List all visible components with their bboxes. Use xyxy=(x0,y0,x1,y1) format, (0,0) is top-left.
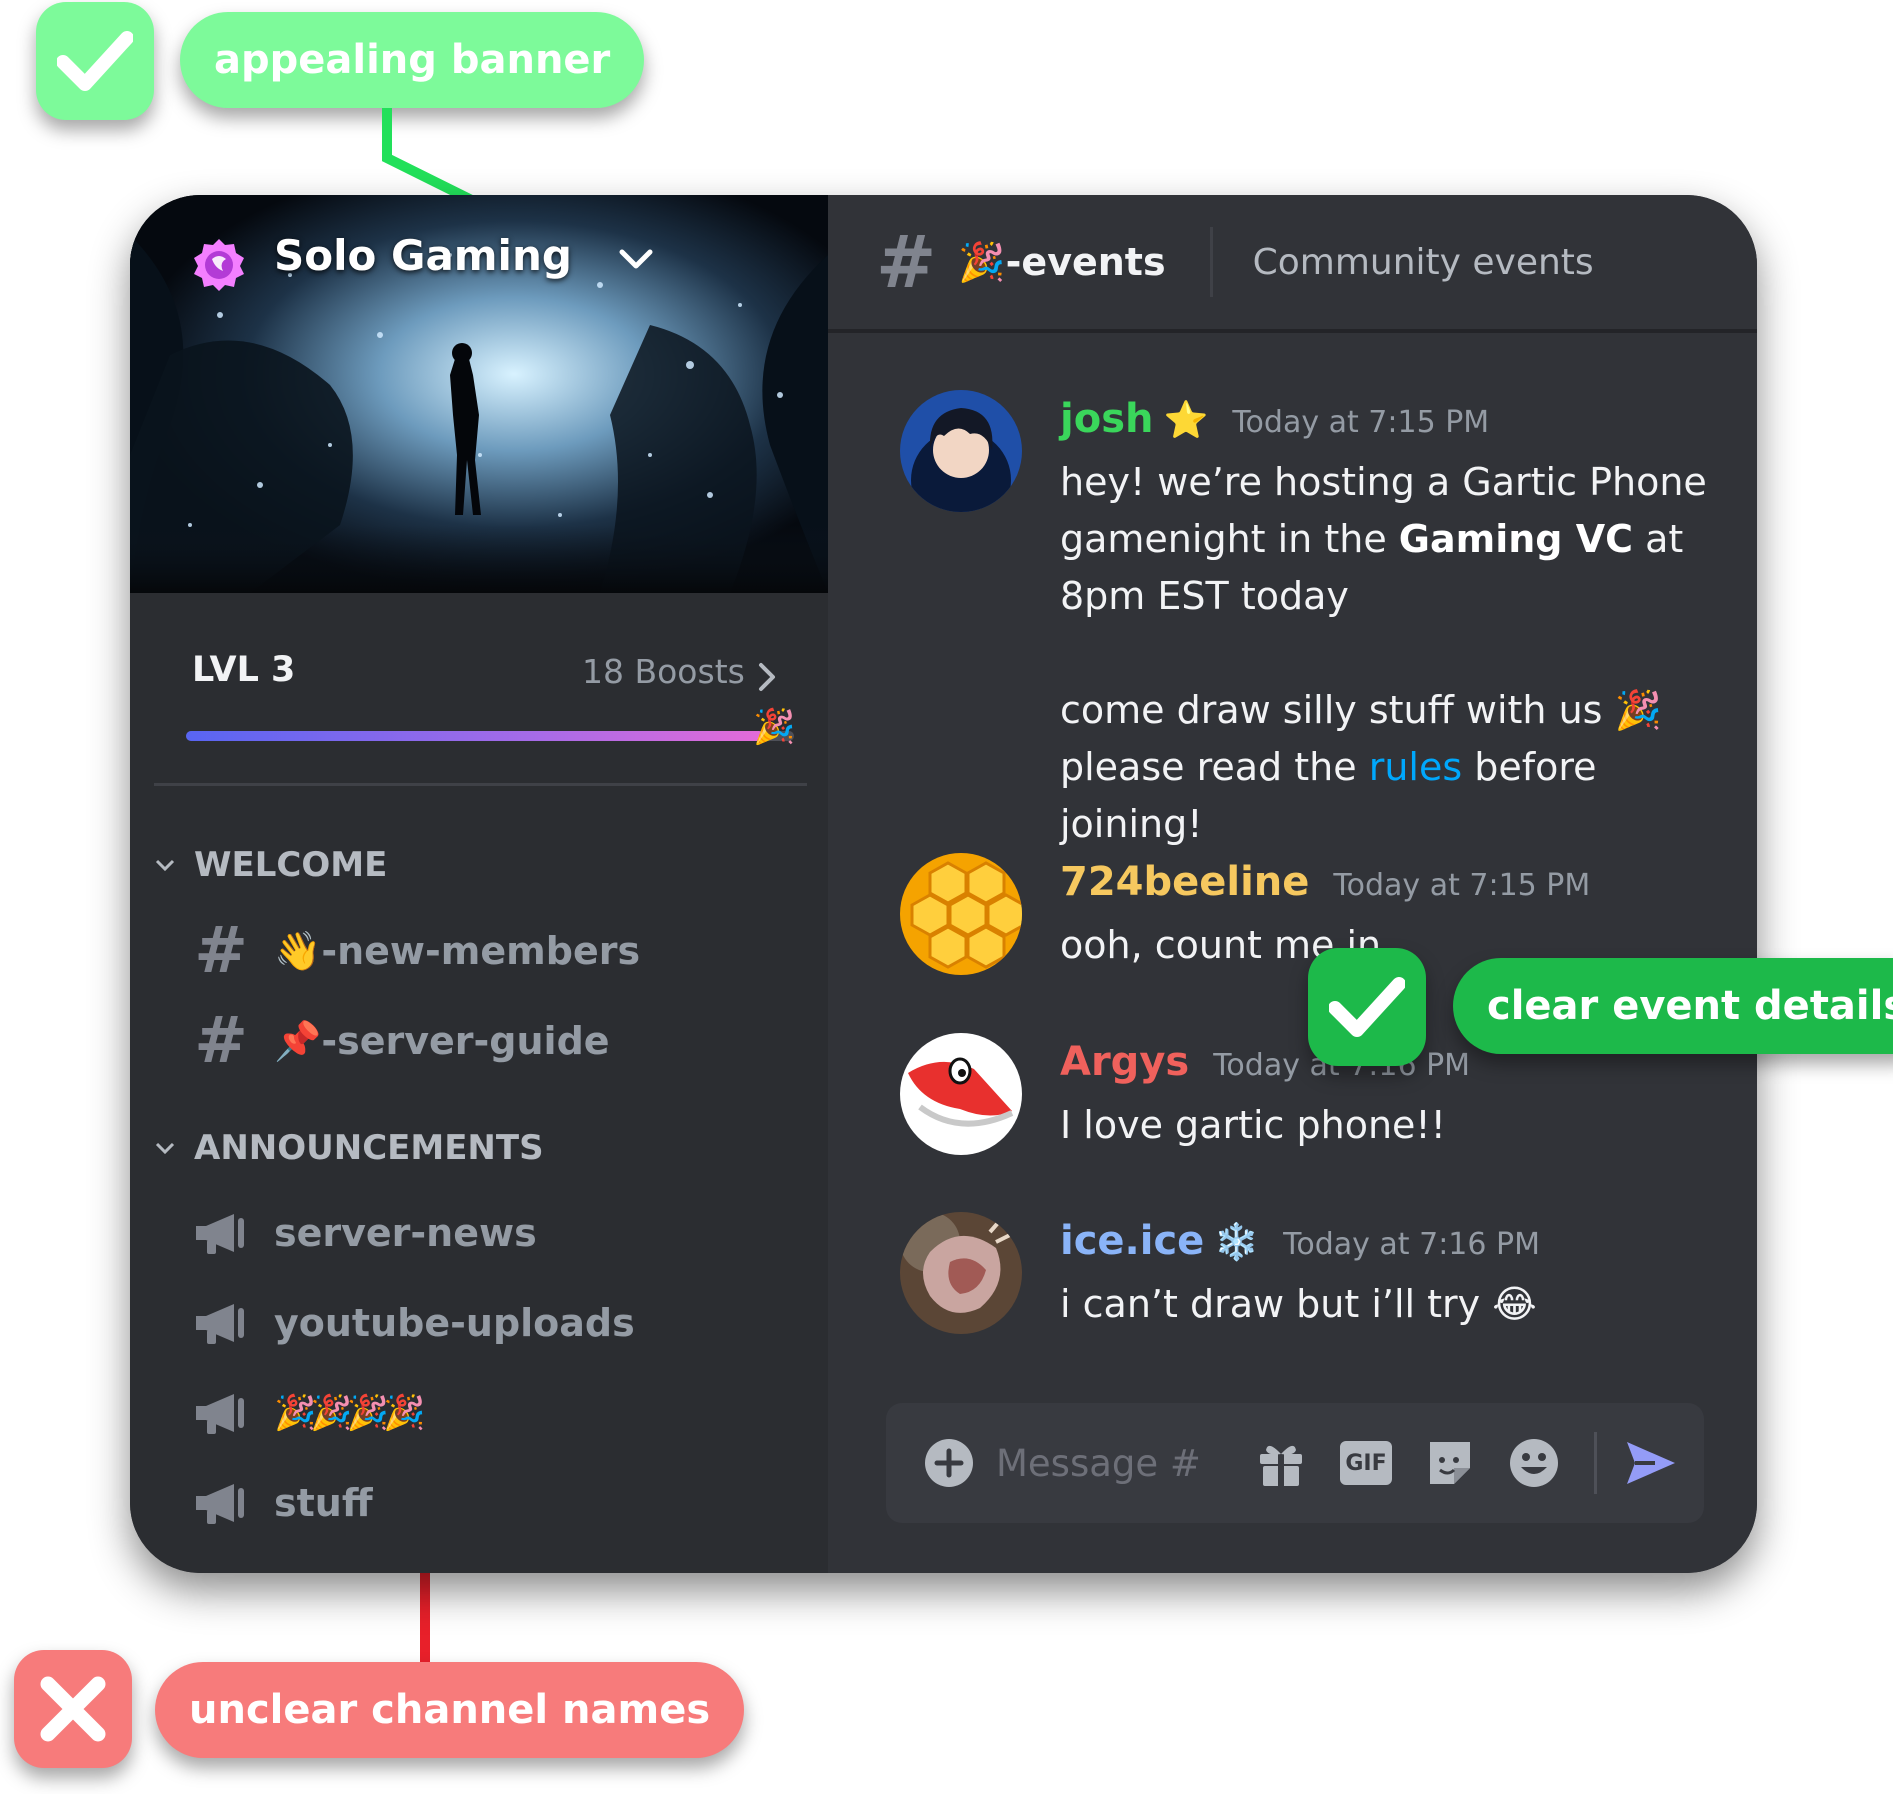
header-divider xyxy=(1209,227,1213,297)
message-input[interactable]: Message # xyxy=(996,1442,1226,1485)
avatar[interactable] xyxy=(900,390,1022,512)
timestamp: Today at 7:15 PM xyxy=(1333,868,1591,903)
send-icon xyxy=(1627,1442,1675,1484)
channel-name: stuff xyxy=(274,1481,373,1525)
author-name[interactable]: 724beeline xyxy=(1060,859,1309,905)
channel-title: 🎉-events xyxy=(958,240,1165,285)
snowflake-icon: ❄️ xyxy=(1214,1222,1260,1263)
composer-divider xyxy=(1594,1432,1597,1494)
chevron-down-icon[interactable] xyxy=(618,247,654,273)
annotation-label: clear event details xyxy=(1487,983,1893,1029)
megaphone-icon xyxy=(192,1480,250,1526)
megaphone-icon xyxy=(192,1390,250,1436)
rules-link[interactable]: rules xyxy=(1369,745,1462,789)
chat-area: # 🎉-events Community events josh ⭐ Today… xyxy=(828,195,1757,1573)
channel-server-news[interactable]: server-news xyxy=(192,1198,537,1268)
server-sidebar: Solo Gaming LVL 3 18 Boosts 🎉 WELCOME # … xyxy=(130,195,828,1573)
message-composer: Message # GIF xyxy=(886,1403,1704,1523)
hash-icon: # xyxy=(194,1004,248,1078)
gif-label: GIF xyxy=(1345,1450,1387,1476)
category-label: WELCOME xyxy=(194,845,388,885)
message-body: I love gartic phone!! xyxy=(1060,1103,1446,1147)
message-body: i can’t draw but i’ll try 😂 xyxy=(1060,1282,1537,1326)
channel-emoji: 🎉 xyxy=(958,239,1006,284)
server-level: LVL 3 xyxy=(192,650,296,690)
server-boost-count[interactable]: 18 Boosts xyxy=(582,652,745,691)
plus-circle-icon xyxy=(925,1439,973,1487)
channel-youtube-uploads[interactable]: youtube-uploads xyxy=(192,1288,635,1358)
chevron-down-icon xyxy=(155,859,175,872)
boost-progress-fill xyxy=(186,731,764,741)
author-name[interactable]: josh xyxy=(1060,396,1153,442)
message-text: please read the xyxy=(1060,745,1369,789)
add-attachment-button[interactable] xyxy=(924,1438,974,1488)
channel-header: # 🎉-events Community events xyxy=(828,195,1757,333)
message-bold-text: Gaming VC xyxy=(1398,517,1634,561)
server-name[interactable]: Solo Gaming xyxy=(274,231,572,280)
chevron-right-icon[interactable] xyxy=(757,661,777,693)
channel-emoji: 👋 xyxy=(274,928,322,973)
good-check-badge-event xyxy=(1308,948,1426,1066)
hash-icon: # xyxy=(194,914,248,988)
sticker-icon xyxy=(1430,1442,1470,1484)
star-icon: ⭐ xyxy=(1163,400,1209,441)
gift-button[interactable] xyxy=(1256,1438,1306,1488)
channel-party-emojis[interactable]: 🎉🎉🎉🎉 xyxy=(192,1378,425,1448)
close-icon xyxy=(40,1676,106,1742)
channel-name: server-news xyxy=(274,1211,537,1255)
sticker-button[interactable] xyxy=(1426,1438,1474,1488)
channel-topic: Community events xyxy=(1252,241,1594,283)
avatar[interactable] xyxy=(900,1212,1022,1334)
boost-progress-bar xyxy=(186,731,794,741)
sidebar-divider xyxy=(154,783,807,786)
checkmark-icon xyxy=(1329,977,1405,1037)
channel-name: -new-members xyxy=(321,928,641,973)
megaphone-icon xyxy=(192,1300,250,1346)
avatar[interactable] xyxy=(900,1033,1022,1155)
channel-title-text: -events xyxy=(1005,239,1166,284)
gif-icon: GIF xyxy=(1340,1441,1392,1485)
message-body: hey! we’re hosting a Gartic Phone gameni… xyxy=(1060,454,1750,853)
discord-window: Solo Gaming LVL 3 18 Boosts 🎉 WELCOME # … xyxy=(130,195,1757,1573)
send-button[interactable] xyxy=(1625,1440,1677,1486)
channel-name: youtube-uploads xyxy=(274,1301,635,1345)
chevron-down-icon xyxy=(155,1142,175,1155)
hash-icon: # xyxy=(876,220,937,304)
annotation-unclear-channel-names: unclear channel names xyxy=(155,1662,745,1758)
emoji-button[interactable] xyxy=(1508,1437,1560,1489)
server-boost-icon xyxy=(194,239,244,291)
annotation-clear-event-details: clear event details xyxy=(1453,958,1893,1054)
category-welcome[interactable]: WELCOME xyxy=(154,845,387,885)
annotation-label: unclear channel names xyxy=(189,1687,711,1733)
category-announcements[interactable]: ANNOUNCEMENTS xyxy=(154,1128,544,1168)
server-banner[interactable]: Solo Gaming xyxy=(130,195,828,593)
channel-stuff[interactable]: stuff xyxy=(192,1468,373,1538)
channel-emoji: 📌 xyxy=(274,1018,322,1063)
gif-button[interactable]: GIF xyxy=(1340,1441,1392,1485)
gift-icon xyxy=(1260,1445,1302,1486)
channel-server-guide[interactable]: # 📌-server-guide xyxy=(192,1004,610,1078)
bad-x-badge xyxy=(14,1650,132,1768)
author-name[interactable]: Argys xyxy=(1060,1039,1189,1085)
timestamp: Today at 7:16 PM xyxy=(1283,1227,1540,1262)
message-text: come draw silly stuff with us 🎉 xyxy=(1060,688,1662,732)
timestamp: Today at 7:15 PM xyxy=(1232,405,1490,440)
category-label: ANNOUNCEMENTS xyxy=(194,1128,544,1168)
channel-name: -server-guide xyxy=(321,1018,610,1063)
author-name[interactable]: ice.ice xyxy=(1060,1218,1204,1264)
party-popper-icon: 🎉 xyxy=(753,707,796,747)
channel-new-members[interactable]: # 👋-new-members xyxy=(192,916,640,986)
smiley-icon xyxy=(1510,1439,1558,1487)
channel-emoji: 🎉🎉🎉🎉 xyxy=(274,1393,425,1433)
avatar[interactable] xyxy=(900,853,1022,975)
megaphone-icon xyxy=(192,1210,250,1256)
